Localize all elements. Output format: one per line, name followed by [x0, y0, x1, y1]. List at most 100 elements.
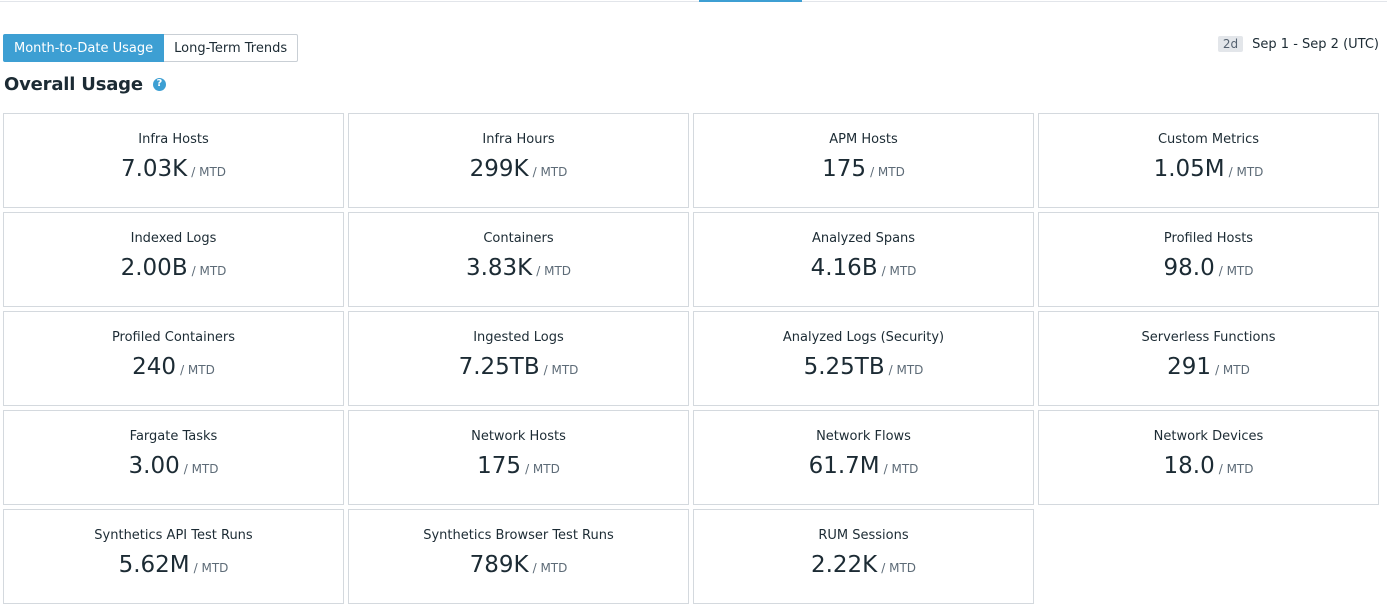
usage-card-label: Containers — [483, 231, 554, 246]
usage-card-value-row: 18.0/ MTD — [1164, 453, 1254, 479]
usage-card-unit: / MTD — [543, 363, 579, 377]
usage-card: Containers 3.83K / MTD — [348, 212, 689, 307]
usage-card-label: Custom Metrics — [1157, 132, 1260, 147]
usage-card: Profiled Hosts 98.0/ MTD — [1038, 212, 1379, 307]
usage-card-value-row: 789K / MTD — [470, 552, 568, 578]
usage-card-value-row: 2.22K / MTD — [811, 552, 916, 578]
usage-card-value-row: 7.25TB / MTD — [459, 354, 579, 380]
usage-card-value-row: 175/ MTD — [822, 156, 905, 182]
usage-card: Fargate Tasks 3.00/ MTD — [3, 410, 344, 505]
usage-card-value: 789K — [469, 552, 529, 578]
tab-long-term-trends[interactable]: Long-Term Trends — [164, 34, 299, 62]
usage-card: Network Devices 18.0/ MTD — [1038, 410, 1379, 505]
usage-card: Infra Hosts 7.03K / MTD — [3, 113, 344, 208]
range-dates[interactable]: Sep 1 - Sep 2 (UTC) — [1252, 37, 1379, 52]
usage-card-value-row: 5.62M / MTD — [119, 552, 229, 578]
usage-card-label: Profiled Hosts — [1163, 231, 1254, 246]
usage-card-unit: / MTD — [1228, 165, 1264, 179]
usage-card-label: Indexed Logs — [130, 231, 217, 246]
usage-card-label: Synthetics API Test Runs — [94, 528, 253, 543]
usage-card-unit: / MTD — [191, 165, 227, 179]
usage-card-value: 2.00B — [120, 255, 188, 281]
active-nav-indicator — [699, 0, 802, 2]
usage-card-label: Infra Hours — [482, 132, 555, 147]
usage-card-unit: / MTD — [193, 561, 229, 575]
usage-card-label: Analyzed Logs (Security) — [782, 330, 945, 345]
usage-card-unit: / MTD — [525, 462, 560, 476]
usage-card-unit: / MTD — [532, 561, 568, 575]
usage-card-value-row: 2.00B / MTD — [121, 255, 227, 281]
tab-month-to-date-usage[interactable]: Month-to-Date Usage — [3, 34, 165, 62]
range-duration-badge[interactable]: 2d — [1217, 36, 1244, 52]
usage-card-value-row: 1.05M / MTD — [1154, 156, 1264, 182]
usage-card-value: 299K — [469, 156, 529, 182]
usage-card: Network Flows 61.7M / MTD — [693, 410, 1034, 505]
usage-card: Serverless Functions 291/ MTD — [1038, 311, 1379, 406]
usage-card: Infra Hours 299K / MTD — [348, 113, 689, 208]
usage-card-value: 3.83K — [465, 255, 533, 281]
usage-card-unit: / MTD — [881, 264, 917, 278]
usage-card-value: 4.16B — [810, 255, 878, 281]
usage-card-value: 98.0 — [1163, 255, 1215, 281]
usage-card-unit: / MTD — [532, 165, 568, 179]
usage-card: Ingested Logs 7.25TB / MTD — [348, 311, 689, 406]
usage-card: Synthetics Browser Test Runs 789K / MTD — [348, 509, 689, 604]
usage-card: RUM Sessions 2.22K / MTD — [693, 509, 1034, 604]
usage-card-value-row: 175/ MTD — [477, 453, 560, 479]
usage-cards-grid: Infra Hosts 7.03K / MTD Infra Hours 299K / MT… — [3, 113, 1379, 604]
section-title: Overall Usage — [4, 73, 143, 95]
usage-card-unit: / MTD — [870, 165, 905, 179]
usage-card: Analyzed Spans 4.16B / MTD — [693, 212, 1034, 307]
usage-card-value-row: 3.83K / MTD — [466, 255, 571, 281]
usage-card-unit: / MTD — [1218, 462, 1254, 476]
usage-card: Network Hosts 175/ MTD — [348, 410, 689, 505]
usage-card-value: 7.25TB — [458, 354, 540, 380]
usage-card-value-row: 291/ MTD — [1167, 354, 1250, 380]
usage-card-value-row: 240/ MTD — [132, 354, 215, 380]
usage-card-value: 175 — [822, 156, 867, 182]
usage-card-value: 240 — [132, 354, 177, 380]
usage-card-label: Infra Hosts — [138, 132, 209, 147]
usage-card-value: 3.00 — [128, 453, 180, 479]
usage-card-label: Profiled Containers — [111, 330, 236, 345]
usage-card-value: 7.03K — [120, 156, 188, 182]
usage-card-label: RUM Sessions — [818, 528, 909, 543]
usage-card-value: 2.22K — [810, 552, 878, 578]
date-range: 2d Sep 1 - Sep 2 (UTC) — [1217, 34, 1379, 54]
usage-card-unit: / MTD — [191, 264, 227, 278]
usage-card-value: 61.7M — [808, 453, 880, 479]
usage-card-label: Fargate Tasks — [129, 429, 218, 444]
usage-card-label: Synthetics Browser Test Runs — [423, 528, 614, 543]
usage-card-label: Ingested Logs — [473, 330, 564, 345]
top-divider — [0, 0, 1387, 2]
usage-card-label: Network Flows — [816, 429, 911, 444]
usage-card-value-row: 98.0/ MTD — [1164, 255, 1254, 281]
usage-card-label: Serverless Functions — [1141, 330, 1276, 345]
usage-card: Custom Metrics 1.05M / MTD — [1038, 113, 1379, 208]
usage-card-unit: / MTD — [180, 363, 215, 377]
usage-card-label: APM Hosts — [829, 132, 898, 147]
usage-card: Profiled Containers 240/ MTD — [3, 311, 344, 406]
help-icon[interactable]: ? — [152, 77, 166, 91]
usage-card-unit: / MTD — [881, 561, 917, 575]
section-header: Overall Usage ? — [4, 72, 166, 96]
usage-card-value-row: 5.25TB / MTD — [804, 354, 924, 380]
usage-view-tabs: Month-to-Date Usage Long-Term Trends — [3, 34, 299, 62]
usage-card-value: 18.0 — [1163, 453, 1215, 479]
usage-card-value-row: 299K / MTD — [470, 156, 568, 182]
usage-card: Indexed Logs 2.00B / MTD — [3, 212, 344, 307]
usage-card-value: 291 — [1167, 354, 1212, 380]
usage-card-value-row: 3.00/ MTD — [129, 453, 219, 479]
usage-card-unit: / MTD — [183, 462, 219, 476]
usage-card-label: Network Devices — [1153, 429, 1264, 444]
usage-card-value-row: 7.03K / MTD — [121, 156, 226, 182]
usage-card-unit: / MTD — [536, 264, 572, 278]
usage-card-unit: / MTD — [1218, 264, 1254, 278]
usage-card-value: 5.62M — [118, 552, 190, 578]
usage-card-value-row: 4.16B / MTD — [811, 255, 917, 281]
usage-card-value: 5.25TB — [803, 354, 885, 380]
usage-card: Analyzed Logs (Security) 5.25TB / MTD — [693, 311, 1034, 406]
usage-card-unit: / MTD — [1215, 363, 1250, 377]
usage-card-label: Network Hosts — [471, 429, 566, 444]
usage-card-value: 1.05M — [1153, 156, 1225, 182]
